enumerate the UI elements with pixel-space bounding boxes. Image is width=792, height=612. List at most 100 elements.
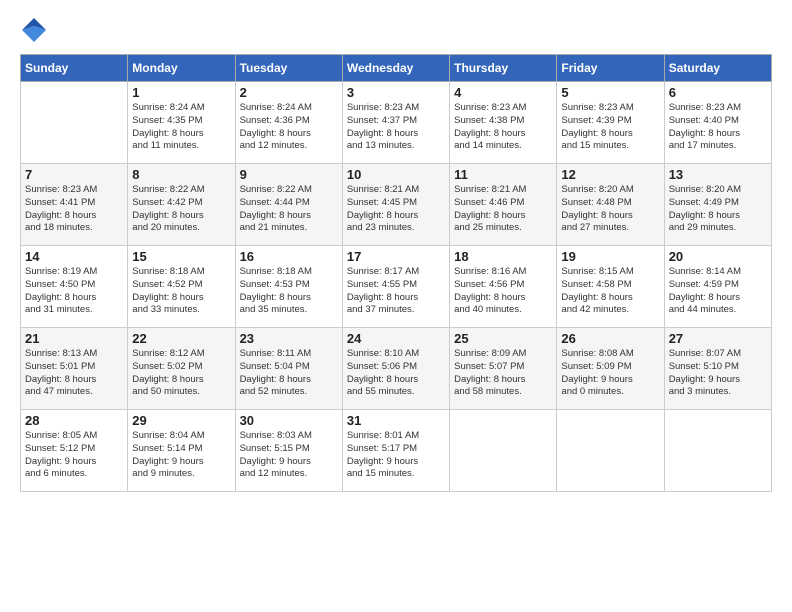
day-cell: 16 Sunrise: 8:18 AM Sunset: 4:53 PM Dayli… xyxy=(235,246,342,328)
day-info: Sunrise: 8:23 AM Sunset: 4:38 PM Dayligh… xyxy=(454,102,552,153)
day-info: Sunrise: 8:04 AM Sunset: 5:14 PM Dayligh… xyxy=(132,430,230,481)
day-cell: 23 Sunrise: 8:11 AM Sunset: 5:04 PM Dayli… xyxy=(235,328,342,410)
day-number: 3 xyxy=(347,85,445,100)
day-number: 25 xyxy=(454,331,552,346)
day-cell: 18 Sunrise: 8:16 AM Sunset: 4:56 PM Dayli… xyxy=(450,246,557,328)
day-info: Sunrise: 8:12 AM Sunset: 5:02 PM Dayligh… xyxy=(132,348,230,399)
day-info: Sunrise: 8:17 AM Sunset: 4:55 PM Dayligh… xyxy=(347,266,445,317)
day-info: Sunrise: 8:22 AM Sunset: 4:42 PM Dayligh… xyxy=(132,184,230,235)
day-number: 20 xyxy=(669,249,767,264)
day-info: Sunrise: 8:14 AM Sunset: 4:59 PM Dayligh… xyxy=(669,266,767,317)
weekday-header-wednesday: Wednesday xyxy=(342,55,449,82)
calendar-table: SundayMondayTuesdayWednesdayThursdayFrid… xyxy=(20,54,772,492)
day-info: Sunrise: 8:24 AM Sunset: 4:35 PM Dayligh… xyxy=(132,102,230,153)
day-cell: 9 Sunrise: 8:22 AM Sunset: 4:44 PM Daylig… xyxy=(235,164,342,246)
day-info: Sunrise: 8:09 AM Sunset: 5:07 PM Dayligh… xyxy=(454,348,552,399)
day-number: 26 xyxy=(561,331,659,346)
day-number: 5 xyxy=(561,85,659,100)
day-info: Sunrise: 8:05 AM Sunset: 5:12 PM Dayligh… xyxy=(25,430,123,481)
day-info: Sunrise: 8:01 AM Sunset: 5:17 PM Dayligh… xyxy=(347,430,445,481)
day-number: 16 xyxy=(240,249,338,264)
day-info: Sunrise: 8:15 AM Sunset: 4:58 PM Dayligh… xyxy=(561,266,659,317)
week-row-4: 21Sunrise: 8:13 AM Sunset: 5:01 PM Dayli… xyxy=(21,328,772,410)
day-number: 2 xyxy=(240,85,338,100)
day-cell xyxy=(664,410,771,492)
day-cell: 28 Sunrise: 8:05 AM Sunset: 5:12 PM Dayli… xyxy=(21,410,128,492)
day-cell: 25 Sunrise: 8:09 AM Sunset: 5:07 PM Dayli… xyxy=(450,328,557,410)
header xyxy=(20,16,772,44)
day-info: Sunrise: 8:07 AM Sunset: 5:10 PM Dayligh… xyxy=(669,348,767,399)
day-info: Sunrise: 8:21 AM Sunset: 4:45 PM Dayligh… xyxy=(347,184,445,235)
day-cell: 17 Sunrise: 8:17 AM Sunset: 4:55 PM Dayli… xyxy=(342,246,449,328)
page: SundayMondayTuesdayWednesdayThursdayFrid… xyxy=(0,0,792,612)
day-info: Sunrise: 8:21 AM Sunset: 4:46 PM Dayligh… xyxy=(454,184,552,235)
logo-icon xyxy=(20,16,48,44)
day-number: 22 xyxy=(132,331,230,346)
day-cell: 2 Sunrise: 8:24 AM Sunset: 4:36 PM Daylig… xyxy=(235,82,342,164)
day-cell: 4 Sunrise: 8:23 AM Sunset: 4:38 PM Daylig… xyxy=(450,82,557,164)
logo xyxy=(20,16,54,44)
weekday-header-row: SundayMondayTuesdayWednesdayThursdayFrid… xyxy=(21,55,772,82)
day-info: Sunrise: 8:23 AM Sunset: 4:41 PM Dayligh… xyxy=(25,184,123,235)
day-cell: 12 Sunrise: 8:20 AM Sunset: 4:48 PM Dayli… xyxy=(557,164,664,246)
day-cell: 26 Sunrise: 8:08 AM Sunset: 5:09 PM Dayli… xyxy=(557,328,664,410)
day-info: Sunrise: 8:23 AM Sunset: 4:39 PM Dayligh… xyxy=(561,102,659,153)
day-cell: 7Sunrise: 8:23 AM Sunset: 4:41 PM Daylig… xyxy=(21,164,128,246)
day-info: Sunrise: 8:23 AM Sunset: 4:40 PM Dayligh… xyxy=(669,102,767,153)
day-number: 17 xyxy=(347,249,445,264)
day-info: Sunrise: 8:08 AM Sunset: 5:09 PM Dayligh… xyxy=(561,348,659,399)
day-info: Sunrise: 8:18 AM Sunset: 4:53 PM Dayligh… xyxy=(240,266,338,317)
day-cell: 11 Sunrise: 8:21 AM Sunset: 4:46 PM Dayli… xyxy=(450,164,557,246)
day-info: Sunrise: 8:16 AM Sunset: 4:56 PM Dayligh… xyxy=(454,266,552,317)
day-number: 6 xyxy=(669,85,767,100)
weekday-header-monday: Monday xyxy=(128,55,235,82)
day-number: 28 xyxy=(25,413,123,428)
day-number: 24 xyxy=(347,331,445,346)
day-cell: 14 Sunrise: 8:19 AM Sunset: 4:50 PM Dayli… xyxy=(21,246,128,328)
day-number: 10 xyxy=(347,167,445,182)
day-number: 4 xyxy=(454,85,552,100)
day-cell: 13 Sunrise: 8:20 AM Sunset: 4:49 PM Dayli… xyxy=(664,164,771,246)
day-cell: 15 Sunrise: 8:18 AM Sunset: 4:52 PM Dayli… xyxy=(128,246,235,328)
day-number: 12 xyxy=(561,167,659,182)
day-info: Sunrise: 8:19 AM Sunset: 4:50 PM Dayligh… xyxy=(25,266,123,317)
day-number: 9 xyxy=(240,167,338,182)
day-info: Sunrise: 8:23 AM Sunset: 4:37 PM Dayligh… xyxy=(347,102,445,153)
day-number: 29 xyxy=(132,413,230,428)
day-cell xyxy=(450,410,557,492)
day-info: Sunrise: 8:20 AM Sunset: 4:49 PM Dayligh… xyxy=(669,184,767,235)
day-number: 23 xyxy=(240,331,338,346)
week-row-5: 28 Sunrise: 8:05 AM Sunset: 5:12 PM Dayli… xyxy=(21,410,772,492)
day-number: 15 xyxy=(132,249,230,264)
weekday-header-thursday: Thursday xyxy=(450,55,557,82)
weekday-header-friday: Friday xyxy=(557,55,664,82)
weekday-header-sunday: Sunday xyxy=(21,55,128,82)
day-info: Sunrise: 8:24 AM Sunset: 4:36 PM Dayligh… xyxy=(240,102,338,153)
day-info: Sunrise: 8:22 AM Sunset: 4:44 PM Dayligh… xyxy=(240,184,338,235)
day-number: 19 xyxy=(561,249,659,264)
day-cell: 10 Sunrise: 8:21 AM Sunset: 4:45 PM Dayli… xyxy=(342,164,449,246)
day-number: 13 xyxy=(669,167,767,182)
day-cell: 27Sunrise: 8:07 AM Sunset: 5:10 PM Dayli… xyxy=(664,328,771,410)
day-number: 11 xyxy=(454,167,552,182)
day-cell: 31 Sunrise: 8:01 AM Sunset: 5:17 PM Dayli… xyxy=(342,410,449,492)
day-cell: 6 Sunrise: 8:23 AM Sunset: 4:40 PM Daylig… xyxy=(664,82,771,164)
day-number: 31 xyxy=(347,413,445,428)
day-info: Sunrise: 8:18 AM Sunset: 4:52 PM Dayligh… xyxy=(132,266,230,317)
day-cell xyxy=(557,410,664,492)
day-info: Sunrise: 8:03 AM Sunset: 5:15 PM Dayligh… xyxy=(240,430,338,481)
week-row-3: 14 Sunrise: 8:19 AM Sunset: 4:50 PM Dayli… xyxy=(21,246,772,328)
day-cell: 22 Sunrise: 8:12 AM Sunset: 5:02 PM Dayli… xyxy=(128,328,235,410)
day-info: Sunrise: 8:11 AM Sunset: 5:04 PM Dayligh… xyxy=(240,348,338,399)
week-row-1: 1Sunrise: 8:24 AM Sunset: 4:35 PM Daylig… xyxy=(21,82,772,164)
day-cell: 8 Sunrise: 8:22 AM Sunset: 4:42 PM Daylig… xyxy=(128,164,235,246)
day-number: 21 xyxy=(25,331,123,346)
day-number: 8 xyxy=(132,167,230,182)
day-number: 18 xyxy=(454,249,552,264)
week-row-2: 7Sunrise: 8:23 AM Sunset: 4:41 PM Daylig… xyxy=(21,164,772,246)
day-info: Sunrise: 8:20 AM Sunset: 4:48 PM Dayligh… xyxy=(561,184,659,235)
weekday-header-tuesday: Tuesday xyxy=(235,55,342,82)
day-cell: 21Sunrise: 8:13 AM Sunset: 5:01 PM Dayli… xyxy=(21,328,128,410)
day-number: 14 xyxy=(25,249,123,264)
day-info: Sunrise: 8:10 AM Sunset: 5:06 PM Dayligh… xyxy=(347,348,445,399)
